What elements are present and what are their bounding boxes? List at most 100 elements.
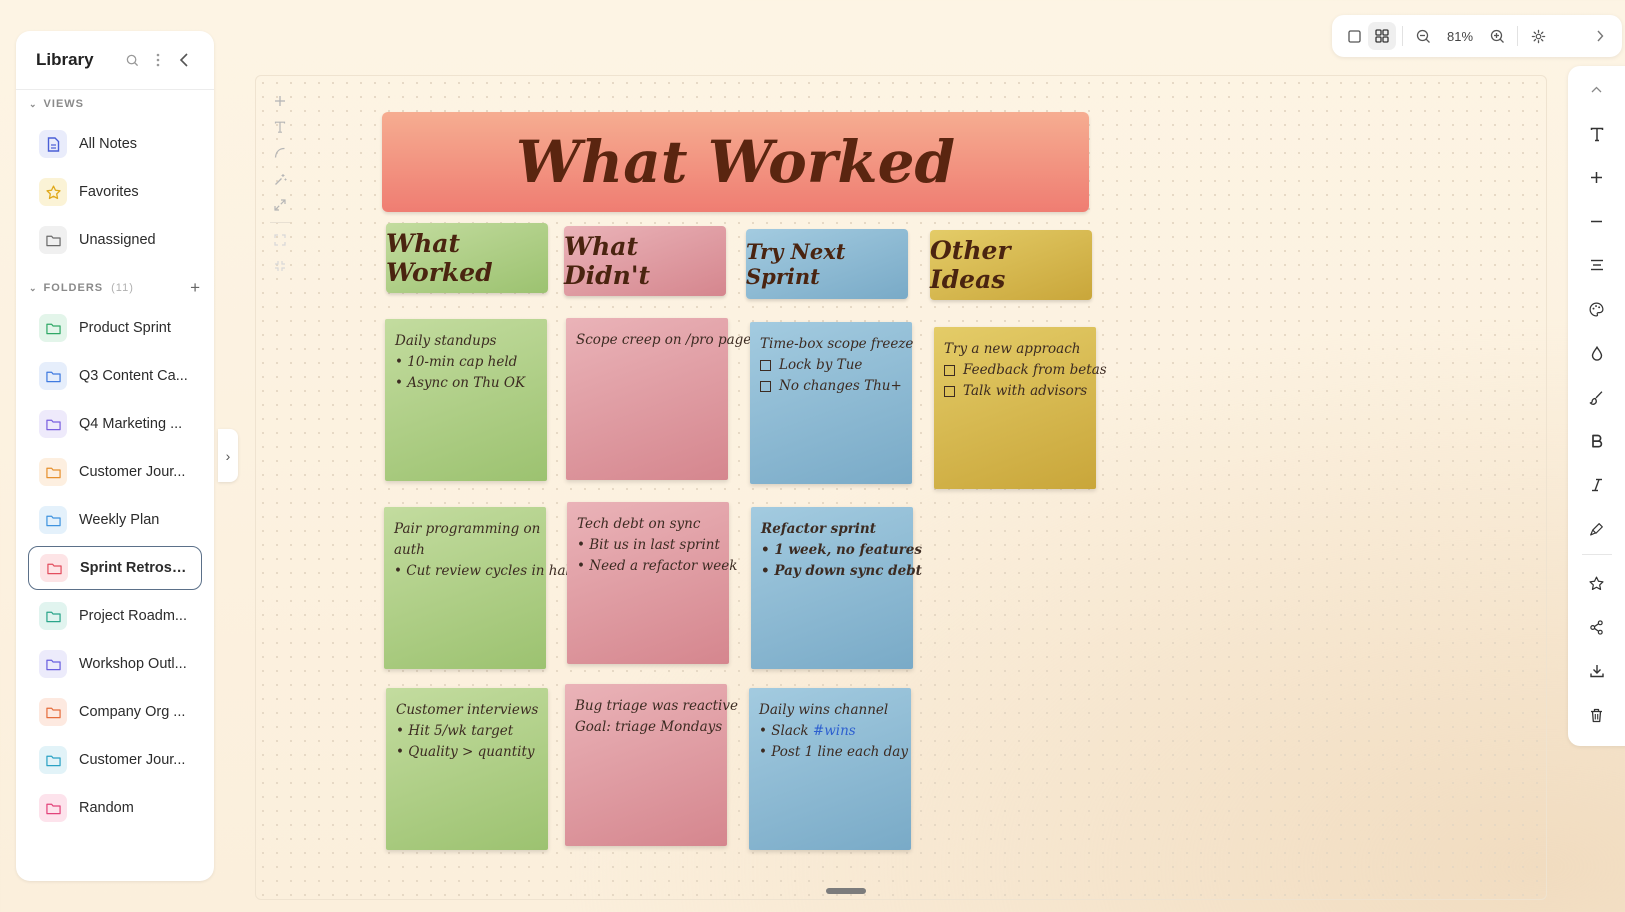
folder-list: Product Sprint Q3 Content Ca... Q4 Marketi… <box>16 306 214 830</box>
checklist-item[interactable]: Feedback from betas <box>944 360 1107 381</box>
canvas-side-tools <box>266 88 294 279</box>
folder-item-label: Q3 Content Ca... <box>79 368 188 384</box>
increase-size-icon[interactable] <box>1568 162 1625 192</box>
checklist-text: No changes Thu+ <box>779 378 902 394</box>
palette-icon[interactable] <box>1568 294 1625 324</box>
folder-item-label: Random <box>79 800 134 816</box>
sticky-note[interactable]: Daily standups • 10-min cap held • Async… <box>385 319 547 481</box>
zoom-out-icon[interactable] <box>1409 22 1437 50</box>
folder-item[interactable]: Project Roadm... <box>28 594 202 638</box>
divider <box>1402 26 1403 46</box>
view-item-all-notes[interactable]: All Notes <box>28 122 202 166</box>
folder-icon <box>39 362 67 390</box>
folder-item[interactable]: Weekly Plan <box>28 498 202 542</box>
chevron-right-icon: › <box>225 447 231 464</box>
search-icon[interactable] <box>122 50 142 70</box>
sticky-note[interactable]: Pair programming on auth • Cut review cy… <box>384 507 575 669</box>
column-header-try-next-sprint[interactable]: Try Next Sprint <box>746 229 908 299</box>
folder-item[interactable]: Sprint Retrosp... <box>28 546 202 590</box>
folder-item-label: Workshop Outl... <box>79 656 187 672</box>
expand-panel-tab[interactable]: › <box>218 429 238 482</box>
canvas-scroll-handle[interactable] <box>826 888 866 894</box>
sticky-note[interactable]: Time-box scope freeze Lock by Tue No cha… <box>750 322 914 484</box>
column-header-other-ideas[interactable]: Other Ideas <box>930 230 1092 300</box>
brush-icon[interactable] <box>1568 382 1625 412</box>
note-line: Try a new approach <box>944 341 1081 357</box>
folder-item[interactable]: Customer Jour... <box>28 450 202 494</box>
zoom-in-icon[interactable] <box>1483 22 1511 50</box>
folder-item[interactable]: Customer Jour... <box>28 738 202 782</box>
note-line: Time-box scope freeze <box>760 336 914 352</box>
folder-icon <box>39 314 67 342</box>
checklist-text: Talk with advisors <box>963 383 1088 399</box>
sticky-note[interactable]: Try a new approach Feedback from betas T… <box>934 327 1107 489</box>
folder-item-label: Company Org ... <box>79 704 186 720</box>
view-item-unassigned[interactable]: Unassigned <box>28 218 202 262</box>
settings-icon[interactable] <box>1524 22 1552 50</box>
folder-item[interactable]: Workshop Outl... <box>28 642 202 686</box>
grid-view-icon[interactable] <box>1368 22 1396 50</box>
sidebar-header: Library <box>16 31 214 90</box>
italic-icon[interactable] <box>1568 470 1625 500</box>
sticky-note[interactable]: Scope creep on /pro page <box>566 318 751 480</box>
sticky-note[interactable]: Refactor sprint • 1 week, no features • … <box>751 507 922 669</box>
folder-item[interactable]: Q4 Marketing ... <box>28 402 202 446</box>
note-line: Pair programming on <box>394 521 541 537</box>
format-tool-panel <box>1568 66 1625 746</box>
collapse-icon[interactable] <box>266 253 294 279</box>
board-banner[interactable]: What Worked <box>382 112 1089 212</box>
text-icon[interactable] <box>1568 119 1625 149</box>
magic-wand-icon[interactable] <box>266 166 294 192</box>
align-center-icon[interactable] <box>1568 250 1625 280</box>
zoom-level: 81% <box>1447 28 1474 44</box>
collapse-sidebar-icon[interactable] <box>174 50 194 70</box>
sticky-note[interactable]: Customer interviews • Hit 5/wk target • … <box>386 688 548 850</box>
fit-screen-icon[interactable] <box>266 227 294 253</box>
note-text: • Slack <box>759 723 813 739</box>
library-sidebar: Library ⌄ VIEWS All Notes Favorites Unas… <box>16 31 214 881</box>
folder-item[interactable]: Product Sprint <box>28 306 202 350</box>
checklist-item[interactable]: Talk with advisors <box>944 381 1088 402</box>
note-line: Tech debt on sync <box>577 516 701 532</box>
star-icon[interactable] <box>1568 568 1625 598</box>
note-line: Goal: triage Mondays <box>575 719 723 735</box>
note-line: • Quality > quantity <box>396 744 535 760</box>
add-icon[interactable] <box>266 88 294 114</box>
share-icon[interactable] <box>1568 612 1625 642</box>
views-section-header[interactable]: ⌄ VIEWS <box>16 90 214 118</box>
text-tool-icon[interactable] <box>266 114 294 140</box>
view-item-favorites[interactable]: Favorites <box>28 170 202 214</box>
column-header-what-didnt[interactable]: What Didn't <box>564 226 726 296</box>
checkbox[interactable] <box>944 365 955 376</box>
sticky-note[interactable]: Daily wins channel • Slack #wins • Post … <box>749 688 911 850</box>
trash-icon[interactable] <box>1568 700 1625 730</box>
chevron-right-icon[interactable] <box>1586 22 1614 50</box>
chevron-up-icon[interactable] <box>1568 78 1625 100</box>
checkbox[interactable] <box>760 360 771 371</box>
checklist-item[interactable]: Lock by Tue <box>760 355 902 376</box>
column-header-what-worked[interactable]: What Worked <box>386 223 548 293</box>
add-folder-icon[interactable]: + <box>190 278 201 298</box>
bold-icon[interactable] <box>1568 426 1625 456</box>
checkbox[interactable] <box>944 386 955 397</box>
sticky-note[interactable]: Bug triage was reactive Goal: triage Mon… <box>565 684 738 846</box>
note-line: Daily wins channel <box>759 702 889 718</box>
folder-item[interactable]: Random <box>28 786 202 830</box>
expand-icon[interactable] <box>266 192 294 218</box>
download-icon[interactable] <box>1568 656 1625 686</box>
folder-item[interactable]: Q3 Content Ca... <box>28 354 202 398</box>
checkbox[interactable] <box>760 381 771 392</box>
curve-tool-icon[interactable] <box>266 140 294 166</box>
folder-item[interactable]: Company Org ... <box>28 690 202 734</box>
note-line: • 1 week, no features <box>761 542 922 558</box>
folder-item-label: Q4 Marketing ... <box>79 416 183 432</box>
highlighter-icon[interactable] <box>1568 514 1625 544</box>
more-options-icon[interactable] <box>148 50 168 70</box>
single-view-icon[interactable] <box>1340 22 1368 50</box>
decrease-size-icon[interactable] <box>1568 206 1625 236</box>
sticky-note[interactable]: Tech debt on sync • Bit us in last sprin… <box>567 502 737 664</box>
folders-section-header[interactable]: ⌄ FOLDERS (11) + <box>16 274 214 302</box>
hashtag-link[interactable]: #wins <box>813 723 856 739</box>
fill-drop-icon[interactable] <box>1568 338 1625 368</box>
checklist-item[interactable]: No changes Thu+ <box>760 376 902 397</box>
